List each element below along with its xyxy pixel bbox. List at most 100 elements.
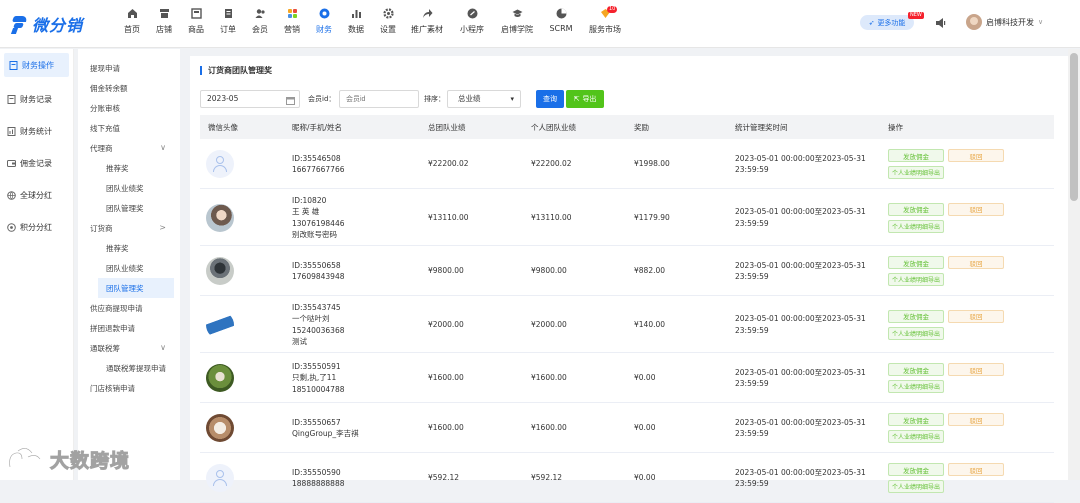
sidebar-item-commission-records[interactable]: 佣金记录 xyxy=(0,147,73,179)
stat-time-line: 23:59:59 xyxy=(735,379,769,388)
market-count-badge: 10 xyxy=(607,6,618,13)
personal-team-performance: ¥13110.00 xyxy=(531,212,572,222)
member-info-line: ID:35550590 xyxy=(292,467,341,477)
menu-dealer-team-management[interactable]: 团队管理奖 xyxy=(98,278,174,298)
nav-item-miniapp[interactable]: 小程序 xyxy=(450,6,494,42)
member-info-line: ID:35550591 xyxy=(292,361,341,371)
menu-store-verify[interactable]: 门店核销申请 xyxy=(78,378,180,398)
logo[interactable]: 微分销 xyxy=(10,12,83,36)
table-row: ID:35543745 一个哒叶刘 15240036368 测试 ¥2000.00 ¥20… xyxy=(200,296,1054,353)
personal-team-performance: ¥9800.00 xyxy=(531,266,567,276)
sort-label: 排序： xyxy=(424,95,445,103)
logo-icon xyxy=(10,14,29,34)
nav-item-service-market[interactable]: 10 服务市场 xyxy=(582,6,628,42)
chevron-down-icon: ▾ xyxy=(510,95,514,103)
reward-amount: ¥882.00 xyxy=(634,266,666,276)
table-row: ID:35550658 17609843948 ¥9800.00 ¥9800.00 ¥8… xyxy=(200,246,1054,296)
menu-dealer-referral[interactable]: 推荐奖 xyxy=(78,238,180,258)
stat-time: 2023-05-01 00:00:00至2023-05-31 23:59:59 xyxy=(735,313,866,336)
pay-commission-button[interactable]: 发放佣金 xyxy=(888,149,944,162)
month-picker[interactable]: 2023-05 xyxy=(200,90,300,108)
nav-item-finance[interactable]: 财务 xyxy=(308,6,340,42)
menu-split-review[interactable]: 分账审核 xyxy=(78,98,180,118)
menu-supplier-withdraw[interactable]: 供应商提现申请 xyxy=(78,298,180,318)
nav-item-data[interactable]: 数据 xyxy=(340,6,372,42)
nav-item-order[interactable]: 订单 xyxy=(212,6,244,42)
main-panel: 订货商团队管理奖 2023-05 会员id： 排序： 总业绩 ▾ 查询 ⇱ 导出… xyxy=(190,56,1068,503)
speaker-icon[interactable] xyxy=(936,17,946,31)
nav-item-store[interactable]: 店铺 xyxy=(148,6,180,42)
reject-button[interactable]: 驳回 xyxy=(948,149,1004,162)
reject-button[interactable]: 驳回 xyxy=(948,202,1004,216)
menu-agent-group[interactable]: 代理商 ∨ xyxy=(78,138,180,158)
menu-agent-team-management[interactable]: 团队管理奖 xyxy=(78,198,180,218)
pay-commission-button[interactable]: 发放佣金 xyxy=(888,256,944,269)
pay-commission-button[interactable]: 发放佣金 xyxy=(888,363,944,376)
export-detail-button[interactable]: 个人业绩明细导出 xyxy=(888,326,944,340)
personal-team-performance: ¥1600.00 xyxy=(531,423,567,433)
nav-item-home[interactable]: 首页 xyxy=(116,6,148,42)
menu-commission-to-balance[interactable]: 佣金转余额 xyxy=(78,78,180,98)
marketing-icon xyxy=(287,8,298,19)
sidebar-item-finance-ops[interactable]: 财务操作 xyxy=(4,53,69,77)
sidebar-item-points-dividend[interactable]: 积分分红 xyxy=(0,211,73,243)
reject-button[interactable]: 驳回 xyxy=(948,413,1004,426)
nav-item-scrm[interactable]: SCRM xyxy=(540,6,582,42)
member-id-input[interactable] xyxy=(339,90,419,108)
export-detail-button[interactable]: 个人业绩明细导出 xyxy=(888,480,944,493)
sidebar-item-finance-stats[interactable]: 财务统计 xyxy=(0,115,73,147)
menu-group-refund[interactable]: 拼团退款申请 xyxy=(78,318,180,338)
nav-item-promo-material[interactable]: 推广素材 xyxy=(404,6,450,42)
menu-tax-planning[interactable]: 通联税筹 ∨ xyxy=(78,338,180,358)
nav-item-academy[interactable]: 启博学院 xyxy=(494,6,540,42)
more-features-button[interactable]: ➶ 更多功能 xyxy=(860,15,914,30)
nav-item-goods[interactable]: 商品 xyxy=(180,6,212,42)
menu-dealer-group[interactable]: 订货商 > xyxy=(78,218,180,238)
scrollbar[interactable] xyxy=(1068,49,1080,480)
sidebar-item-global-dividend[interactable]: 全球分红 xyxy=(0,179,73,211)
menu-withdraw-apply[interactable]: 提现申请 xyxy=(78,58,180,78)
query-button[interactable]: 查询 xyxy=(536,90,564,108)
total-team-performance: ¥13110.00 xyxy=(428,212,469,222)
member-info-line: 别改账号密码 xyxy=(292,230,337,239)
export-detail-button[interactable]: 个人业绩明细导出 xyxy=(888,219,944,233)
menu-agent-referral[interactable]: 推荐奖 xyxy=(78,158,180,178)
stat-time-line: 23:59:59 xyxy=(735,325,769,335)
member-info-line: 15240036368 xyxy=(292,325,345,335)
export-button[interactable]: ⇱ 导出 xyxy=(566,90,604,108)
member-info-line: 王 英 雄 xyxy=(292,207,320,216)
member-info: ID:35550657 QingGroup_李吉祺 xyxy=(292,417,359,440)
menu-dealer-team-performance[interactable]: 团队业绩奖 xyxy=(78,258,180,278)
stat-time-line: 23:59:59 xyxy=(735,218,769,228)
user-name: 启博科技开发 xyxy=(986,17,1034,27)
pay-commission-button[interactable]: 发放佣金 xyxy=(888,202,944,216)
sidebar-item-finance-records[interactable]: 财务记录 xyxy=(0,83,73,115)
pay-commission-button[interactable]: 发放佣金 xyxy=(888,413,944,426)
export-detail-button[interactable]: 个人业绩明细导出 xyxy=(888,166,944,179)
export-detail-button[interactable]: 个人业绩明细导出 xyxy=(888,273,944,286)
nav-item-marketing[interactable]: 营销 xyxy=(276,6,308,42)
sort-select[interactable]: 总业绩 ▾ xyxy=(447,90,521,108)
pay-commission-button[interactable]: 发放佣金 xyxy=(888,463,944,476)
stat-time-line: 2023-05-01 00:00:00至2023-05-31 xyxy=(735,314,866,323)
menu-agent-team-performance[interactable]: 团队业绩奖 xyxy=(78,178,180,198)
personal-team-performance: ¥1600.00 xyxy=(531,373,567,383)
menu-tax-planning-withdraw[interactable]: 通联税筹提现申请 xyxy=(78,358,180,378)
stat-time: 2023-05-01 00:00:00至2023-05-31 23:59:59 xyxy=(735,206,866,229)
user-menu[interactable]: 启博科技开发 ∨ xyxy=(966,14,1043,30)
scroll-thumb[interactable] xyxy=(1070,53,1078,201)
pay-commission-button[interactable]: 发放佣金 xyxy=(888,309,944,323)
nav-item-settings[interactable]: 设置 xyxy=(372,6,404,42)
reject-button[interactable]: 驳回 xyxy=(948,256,1004,269)
menu-offline-recharge[interactable]: 线下充值 xyxy=(78,118,180,138)
stat-time: 2023-05-01 00:00:00至2023-05-31 23:59:59 xyxy=(735,260,866,283)
member-info: ID:35550658 17609843948 xyxy=(292,260,345,283)
reject-button[interactable]: 驳回 xyxy=(948,463,1004,476)
export-detail-button[interactable]: 个人业绩明细导出 xyxy=(888,430,944,443)
export-detail-button[interactable]: 个人业绩明细导出 xyxy=(888,380,944,393)
reject-button[interactable]: 驳回 xyxy=(948,363,1004,376)
member-info-line: QingGroup_李吉祺 xyxy=(292,429,359,438)
table-row: ID:35550591 只剩,执,了11 18510004788 ¥1600.00 ¥1… xyxy=(200,353,1054,403)
nav-item-member[interactable]: 会员 xyxy=(244,6,276,42)
reject-button[interactable]: 驳回 xyxy=(948,309,1004,323)
